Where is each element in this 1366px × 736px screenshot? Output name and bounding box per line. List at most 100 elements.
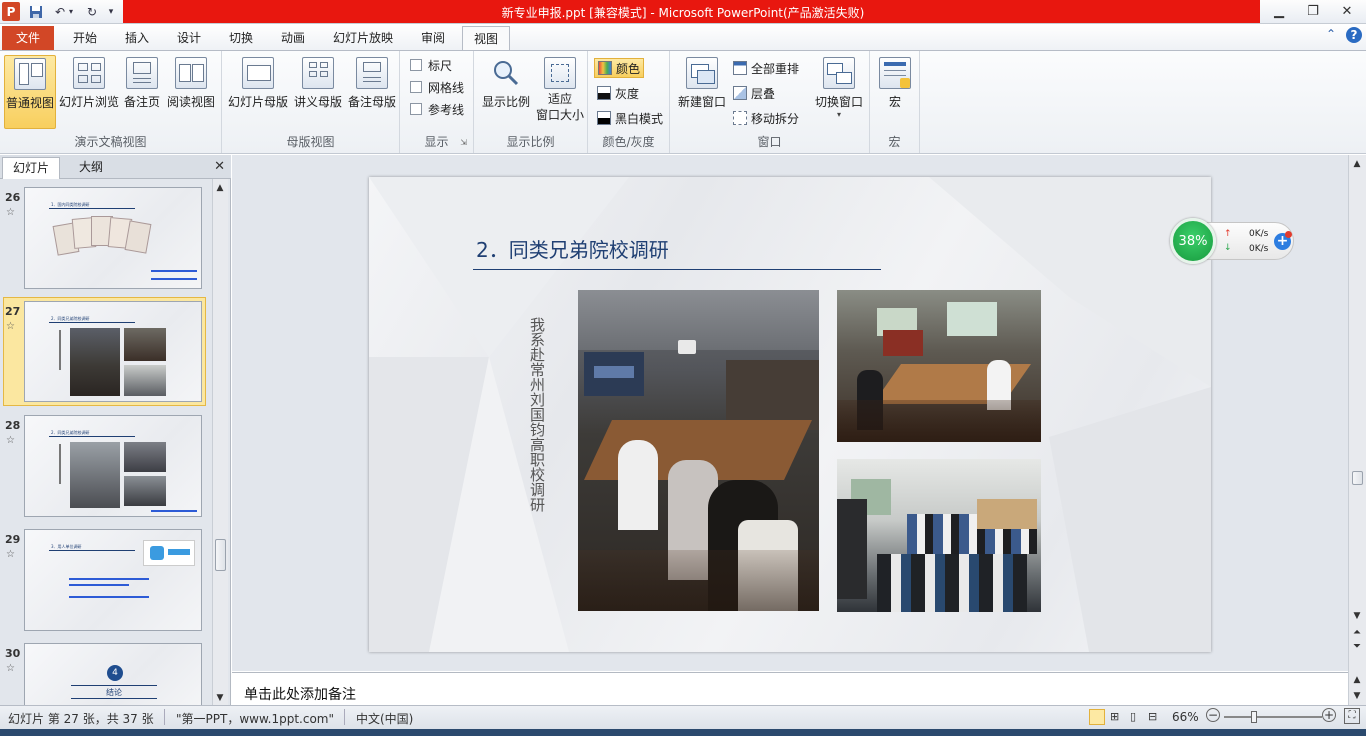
move-split-button[interactable]: 移动拆分 (730, 108, 802, 128)
help-icon[interactable]: ? (1346, 27, 1362, 43)
slide-sorter-status-icon[interactable]: ⊞ (1110, 710, 1119, 723)
fit-window-button[interactable]: 适应 窗口大小 (534, 55, 586, 129)
close-pane-icon[interactable]: ✕ (214, 159, 225, 174)
handout-master-label: 讲义母版 (293, 95, 342, 109)
fit-slide-icon[interactable]: ⛶ (1344, 708, 1360, 724)
language-indicator[interactable]: 中文(中国) (356, 710, 413, 727)
slide-sorter-button[interactable]: 幻灯片浏览 (58, 55, 120, 129)
thumb-photo-large (70, 328, 120, 396)
slide-thumbnail-30[interactable]: 4 结论 (24, 643, 202, 705)
group-label-presentation-views: 演示文稿视图 (74, 135, 147, 149)
zoom-button[interactable]: 显示比例 (478, 55, 534, 129)
fit-window-icon (544, 57, 576, 89)
scroll-thumb[interactable] (215, 539, 226, 571)
tab-review[interactable]: 审阅 (410, 26, 456, 51)
handout-master-button[interactable]: 讲义母版 (292, 55, 344, 129)
zoom-in-icon[interactable]: + (1322, 708, 1336, 722)
normal-view-button[interactable]: 普通视图 (4, 55, 56, 129)
tab-slideshow[interactable]: 幻灯片放映 (322, 26, 404, 51)
tab-slides[interactable]: 幻灯片 (2, 157, 60, 179)
meeting-room-photo[interactable] (578, 290, 819, 611)
zoom-slider-thumb[interactable] (1251, 711, 1258, 723)
reading-view-status-icon[interactable]: ▯ (1130, 710, 1136, 723)
scroll-down-icon[interactable]: ▼ (1350, 611, 1364, 621)
group-label-master-views: 母版视图 (286, 135, 335, 149)
scroll-up-icon[interactable]: ▲ (1350, 159, 1364, 169)
cascade-icon (733, 86, 747, 100)
cascade-button[interactable]: 层叠 (730, 83, 778, 103)
dialog-launcher-icon[interactable]: ⇲ (460, 138, 467, 147)
tab-home[interactable]: 开始 (62, 26, 108, 51)
minimize-button[interactable]: ▁ (1264, 0, 1294, 23)
theme-name[interactable]: "第一PPT，www.1ppt.com" (176, 710, 334, 727)
tab-animations[interactable]: 动画 (270, 26, 316, 51)
cascade-label: 层叠 (751, 86, 776, 101)
notes-master-button[interactable]: 备注母版 (346, 55, 398, 129)
normal-view-label: 普通视图 (5, 96, 54, 110)
close-button[interactable]: ✕ (1332, 0, 1362, 23)
ruler-checkbox[interactable]: 标尺 (410, 56, 452, 74)
slide-scrollbar[interactable]: ▲ ▼ ⏶ ⏷ ▲ ▼ (1348, 155, 1366, 705)
scroll-down-icon[interactable]: ▼ (213, 693, 227, 703)
scroll-up-icon[interactable]: ▲ (213, 183, 227, 193)
current-slide[interactable]: 2．同类兄弟院校调研 我系赴常州刘国钧高职校调研 (369, 177, 1211, 652)
notes-pane[interactable]: 单击此处添加备注 (232, 672, 1348, 705)
slide-thumbnail-27[interactable]: 2．同类兄弟院校调研 (24, 301, 202, 402)
collapse-ribbon-icon[interactable]: ⌃ (1326, 27, 1336, 41)
slide-thumbnail-29[interactable]: 3．用人单位调研 (24, 529, 202, 631)
macro-button[interactable]: 宏 (876, 55, 914, 129)
memory-usage-gauge[interactable]: 38% (1170, 218, 1216, 264)
network-speed-widget[interactable]: 38% ↑ ↓ 0K/s 0K/s + (1170, 218, 1296, 264)
black-white-icon (597, 111, 611, 125)
animation-star-icon: ☆ (6, 549, 15, 560)
switch-window-button[interactable]: 切换窗口 ▾ (812, 55, 866, 129)
scroll-thumb[interactable] (1352, 471, 1363, 485)
color-button[interactable]: 颜色 (594, 58, 645, 78)
black-white-label: 黑白模式 (615, 111, 664, 126)
slide-count: 幻灯片 第 27 张，共 37 张 (8, 712, 154, 726)
new-window-icon (686, 57, 718, 89)
slide-thumbnail-28[interactable]: 2．同类兄弟院校调研 (24, 415, 202, 517)
tab-design[interactable]: 设计 (166, 26, 212, 51)
slide-title[interactable]: 2．同类兄弟院校调研 (476, 234, 669, 263)
tab-view[interactable]: 视图 (462, 26, 510, 51)
arrange-all-label: 全部重排 (751, 61, 800, 76)
tab-file[interactable]: 文件 (2, 26, 54, 51)
grayscale-label: 灰度 (615, 86, 640, 101)
thumb-rule (71, 685, 157, 686)
conference-table-photo[interactable] (837, 290, 1041, 442)
notes-scroll-up-icon[interactable]: ▲ (1350, 675, 1364, 685)
arrange-all-button[interactable]: 全部重排 (730, 58, 802, 78)
slide-thumbnail-26[interactable]: 1．国内同类院校调研 (24, 187, 202, 289)
reading-view-button[interactable]: 阅读视图 (164, 55, 218, 129)
notes-page-button[interactable]: 备注页 (122, 55, 162, 129)
tab-outline[interactable]: 大纲 (62, 157, 120, 179)
vertical-caption[interactable]: 我系赴常州刘国钧高职校调研 (525, 317, 546, 512)
slide-master-button[interactable]: 幻灯片母版 (226, 55, 290, 129)
group-label-window: 窗口 (757, 135, 782, 149)
tab-insert[interactable]: 插入 (114, 26, 160, 51)
slides-scrollbar[interactable]: ▲ ▼ (212, 179, 228, 705)
tab-transitions[interactable]: 切换 (218, 26, 264, 51)
guides-checkbox[interactable]: 参考线 (410, 100, 464, 118)
black-white-button[interactable]: 黑白模式 (594, 108, 666, 128)
zoom-slider-track[interactable] (1224, 716, 1322, 718)
switch-window-icon (823, 57, 855, 89)
zoom-out-icon[interactable]: − (1206, 708, 1220, 722)
notes-scroll-down-icon[interactable]: ▼ (1350, 691, 1364, 701)
new-window-button[interactable]: 新建窗口 (676, 55, 728, 129)
previous-slide-icon[interactable]: ⏶ (1350, 627, 1364, 638)
section-badge: 4 (107, 665, 123, 681)
normal-view-status-icon[interactable] (1089, 709, 1105, 725)
restore-button[interactable]: ❐ (1298, 0, 1328, 23)
grayscale-button[interactable]: 灰度 (594, 83, 642, 103)
notes-page-icon (126, 57, 158, 89)
notes-placeholder[interactable]: 单击此处添加备注 (244, 684, 356, 704)
zoom-percent[interactable]: 66% (1172, 710, 1199, 724)
slideshow-status-icon[interactable]: ⊟ (1148, 710, 1157, 723)
gridlines-checkbox[interactable]: 网格线 (410, 78, 464, 96)
next-slide-icon[interactable]: ⏷ (1350, 641, 1364, 652)
studio-classroom-photo[interactable] (837, 459, 1041, 612)
status-bar: 幻灯片 第 27 张，共 37 张 "第一PPT，www.1ppt.com" 中… (0, 705, 1366, 729)
upload-rate: 0K/s (1249, 229, 1269, 239)
